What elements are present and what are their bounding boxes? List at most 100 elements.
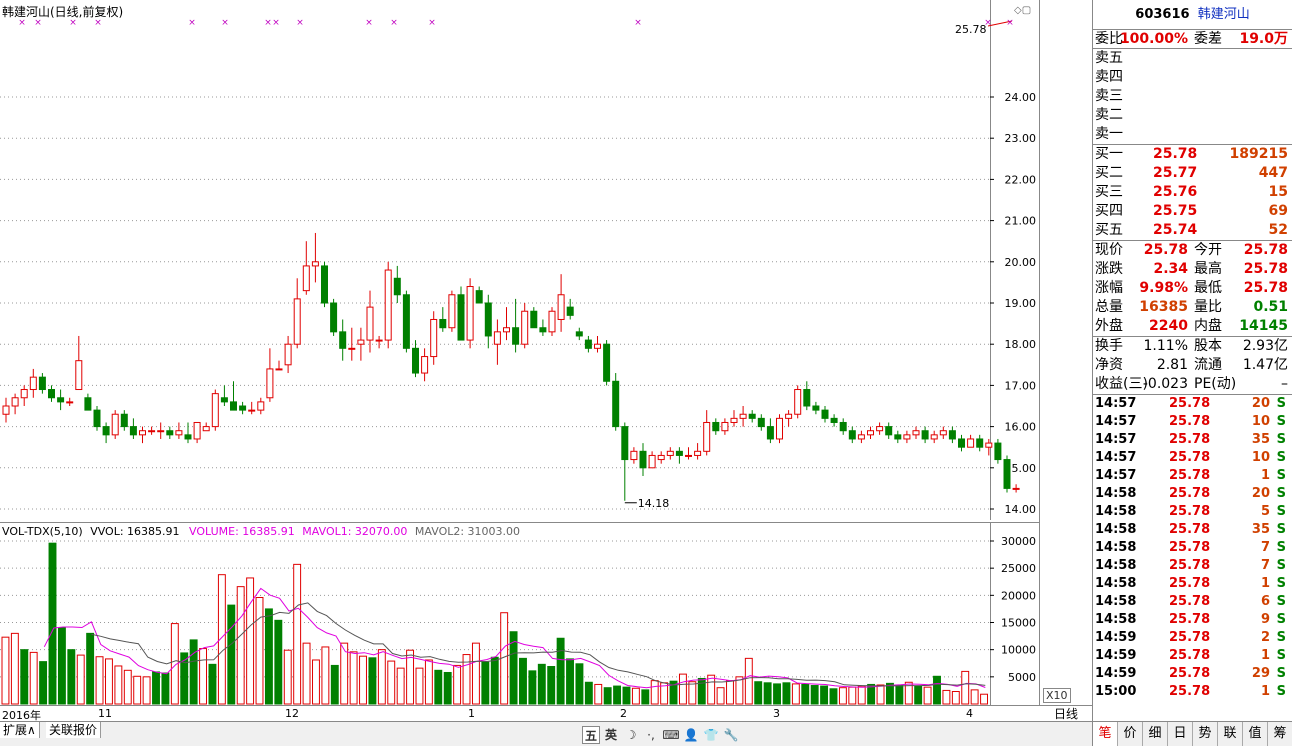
- volume-bar[interactable]: [622, 686, 631, 705]
- quote-tab[interactable]: 笔: [1093, 722, 1118, 746]
- candle-body[interactable]: [475, 290, 483, 304]
- candle-body[interactable]: [275, 368, 283, 371]
- event-marker-icon[interactable]: ×: [428, 18, 436, 28]
- volume-bar[interactable]: [829, 688, 838, 705]
- volume-bar[interactable]: [255, 597, 264, 705]
- event-marker-icon[interactable]: ×: [264, 18, 272, 28]
- volume-bar[interactable]: [152, 671, 160, 705]
- volume-bar[interactable]: [716, 687, 725, 705]
- volume-bar[interactable]: [641, 689, 650, 705]
- volume-bar[interactable]: [57, 627, 66, 705]
- candle-body[interactable]: [120, 413, 128, 428]
- volume-bar[interactable]: [453, 664, 462, 705]
- candle-body[interactable]: [157, 430, 165, 433]
- event-marker-icon[interactable]: ×: [634, 18, 642, 28]
- candle-body[interactable]: [11, 397, 19, 407]
- volume-bar[interactable]: [114, 665, 123, 705]
- candle-body[interactable]: [539, 327, 547, 333]
- candle-body[interactable]: [703, 421, 711, 452]
- candle-body[interactable]: [621, 426, 629, 461]
- volume-bar[interactable]: [885, 682, 894, 705]
- volume-bar[interactable]: [95, 656, 104, 705]
- candle-body[interactable]: [848, 430, 856, 440]
- event-marker-icon[interactable]: ×: [69, 18, 77, 28]
- candle-body[interactable]: [967, 438, 975, 448]
- candle-body[interactable]: [375, 339, 383, 342]
- volume-bar[interactable]: [142, 676, 151, 705]
- volume-bar[interactable]: [509, 631, 518, 705]
- candle-body[interactable]: [557, 294, 565, 320]
- volume-bar[interactable]: [791, 683, 800, 705]
- volume-bar[interactable]: [312, 659, 320, 705]
- candle-body[interactable]: [330, 302, 338, 333]
- skin-icon[interactable]: 👕: [702, 726, 720, 744]
- candle-body[interactable]: [584, 339, 592, 349]
- volume-bar[interactable]: [895, 684, 904, 705]
- volume-bar[interactable]: [537, 663, 546, 705]
- candle-body[interactable]: [239, 405, 247, 411]
- candle-body[interactable]: [421, 356, 429, 374]
- volume-pane[interactable]: 30000 25000 20000 15000 10000 5000 VOL-TDX(5,…: [0, 522, 1040, 706]
- volume-bar[interactable]: [838, 687, 847, 705]
- volume-bar[interactable]: [387, 660, 396, 705]
- candle-body[interactable]: [903, 434, 911, 440]
- volume-bar[interactable]: [857, 685, 866, 705]
- candle-body[interactable]: [466, 286, 474, 341]
- candle-body[interactable]: [930, 434, 938, 440]
- candle-body[interactable]: [439, 318, 447, 329]
- volume-bar[interactable]: [820, 685, 829, 705]
- candle-body[interactable]: [521, 310, 529, 345]
- candle-body[interactable]: [393, 277, 401, 296]
- candle-body[interactable]: [1003, 459, 1011, 489]
- event-marker-icon[interactable]: ×: [1006, 18, 1014, 28]
- candle-body[interactable]: [102, 426, 110, 436]
- candle-body[interactable]: [639, 450, 647, 469]
- volume-bar[interactable]: [519, 657, 527, 705]
- tick-list[interactable]: 14:57 25.78 20 S 14:57 25.78 10 S 14:57 25.78 35 S 1…: [1093, 395, 1292, 701]
- period-selector[interactable]: 日线: [1040, 705, 1092, 721]
- candle-body[interactable]: [876, 426, 884, 432]
- candle-body[interactable]: [985, 442, 993, 448]
- volume-bar[interactable]: [744, 657, 753, 705]
- candle-body[interactable]: [894, 434, 902, 440]
- volume-bar[interactable]: [980, 693, 988, 705]
- candle-body[interactable]: [958, 438, 965, 448]
- candle-body[interactable]: [548, 310, 556, 333]
- volume-bar[interactable]: [754, 681, 763, 705]
- volume-bar[interactable]: [264, 608, 273, 705]
- candle-body[interactable]: [384, 269, 392, 341]
- volume-bar[interactable]: [283, 649, 292, 705]
- volume-bar[interactable]: [914, 685, 923, 705]
- quote-tab[interactable]: 势: [1193, 722, 1218, 746]
- candle-body[interactable]: [794, 389, 802, 415]
- quote-tab[interactable]: 日: [1168, 722, 1193, 746]
- candle-body[interactable]: [202, 426, 210, 432]
- candle-body[interactable]: [721, 421, 729, 432]
- volume-bar[interactable]: [933, 675, 941, 705]
- volume-bar[interactable]: [189, 639, 198, 705]
- event-marker-icon[interactable]: ×: [18, 18, 26, 28]
- candle-body[interactable]: [666, 450, 674, 456]
- candle-body[interactable]: [694, 450, 702, 456]
- quote-tab[interactable]: 细: [1143, 722, 1168, 746]
- volume-bar[interactable]: [10, 632, 19, 705]
- candle-body[interactable]: [776, 417, 783, 440]
- candle-body[interactable]: [139, 430, 146, 436]
- volume-bar[interactable]: [330, 664, 339, 705]
- candle-body[interactable]: [2, 405, 10, 415]
- event-marker-icon[interactable]: ×: [188, 18, 196, 28]
- volume-bar[interactable]: [782, 682, 791, 705]
- volume-bar[interactable]: [613, 685, 622, 705]
- candle-body[interactable]: [230, 401, 237, 411]
- candle-body[interactable]: [339, 331, 347, 349]
- candle-body[interactable]: [220, 397, 228, 403]
- candle-body[interactable]: [257, 401, 265, 411]
- volume-bar[interactable]: [951, 691, 960, 705]
- candle-body[interactable]: [675, 450, 683, 456]
- candle-body[interactable]: [111, 413, 119, 436]
- volume-bar[interactable]: [86, 632, 95, 705]
- candle-body[interactable]: [839, 421, 847, 432]
- candle-body[interactable]: [857, 434, 865, 440]
- price-chart[interactable]: 24.00 23.00 22.00 21.00 20.00 19.00 18.00 17.00…: [0, 0, 1040, 520]
- candle-body[interactable]: [57, 397, 65, 403]
